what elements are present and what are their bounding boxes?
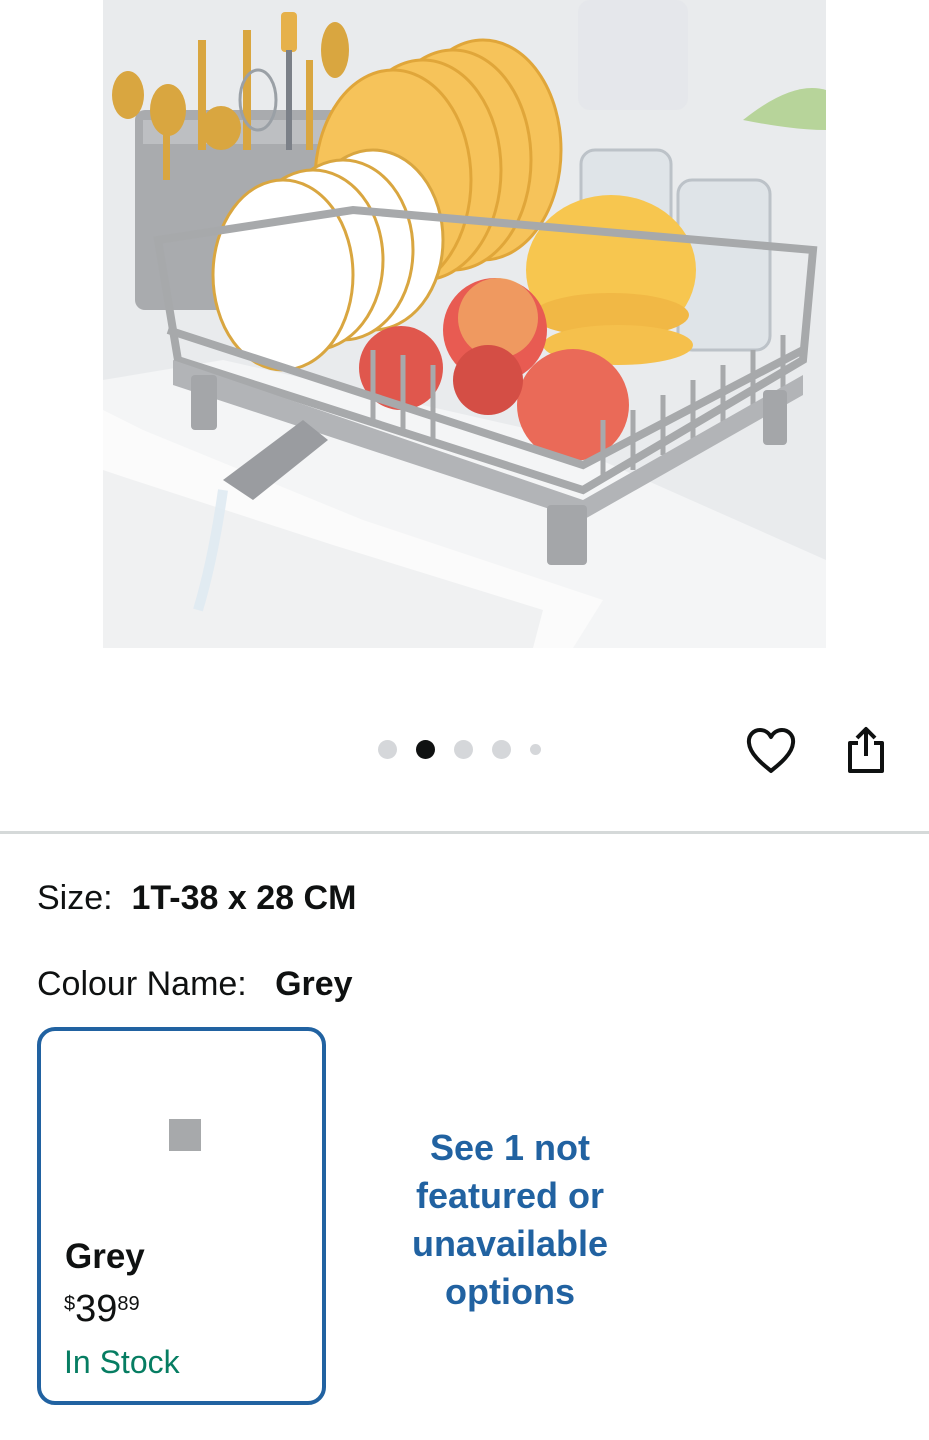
carousel-dots bbox=[378, 738, 541, 760]
product-image[interactable] bbox=[103, 0, 826, 648]
carousel-dot-1[interactable] bbox=[378, 739, 397, 759]
swatch-colour-chip bbox=[169, 1119, 201, 1151]
wishlist-button[interactable] bbox=[744, 724, 798, 778]
size-label: Size: bbox=[37, 879, 113, 917]
swatch-name: Grey bbox=[65, 1237, 145, 1276]
price-currency-symbol: $ bbox=[64, 1293, 76, 1315]
section-divider bbox=[0, 831, 929, 834]
more-options-line-4: options bbox=[445, 1271, 575, 1312]
size-row: Size: 1T-38 x 28 CM bbox=[37, 876, 356, 920]
share-button[interactable] bbox=[838, 722, 894, 778]
price-fraction: 89 bbox=[117, 1293, 140, 1315]
more-options-line-3: unavailable bbox=[411, 1223, 609, 1264]
carousel-dot-2-active[interactable] bbox=[416, 739, 435, 759]
share-icon bbox=[848, 727, 884, 773]
carousel-dot-4[interactable] bbox=[492, 739, 511, 759]
stock-status: In Stock bbox=[64, 1344, 180, 1380]
heart-outline-icon bbox=[746, 728, 796, 773]
carousel-dot-3[interactable] bbox=[454, 739, 473, 759]
colour-row: Colour Name: Grey bbox=[37, 962, 353, 1006]
carousel-dot-5[interactable] bbox=[530, 743, 541, 755]
colour-value: Grey bbox=[275, 965, 353, 1003]
product-photo bbox=[103, 0, 826, 648]
more-options-line-1: See 1 not bbox=[429, 1127, 591, 1168]
swatch-price: $ 39 89 bbox=[64, 1287, 140, 1331]
see-more-options-link[interactable]: See 1 not featured or unavailable option… bbox=[380, 1124, 640, 1316]
colour-label: Colour Name: bbox=[37, 965, 247, 1003]
size-value: 1T-38 x 28 CM bbox=[131, 879, 357, 917]
price-whole: 39 bbox=[75, 1288, 118, 1330]
more-options-line-2: featured or bbox=[415, 1175, 605, 1216]
